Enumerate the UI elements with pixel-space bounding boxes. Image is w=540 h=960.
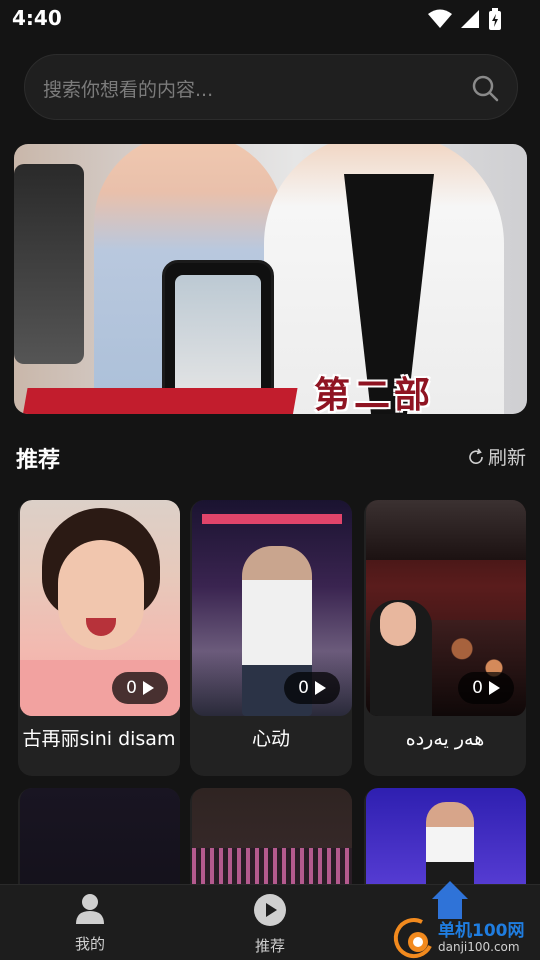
video-thumbnail: [192, 788, 352, 898]
video-card[interactable]: 0 古再丽sini disam: [18, 500, 180, 776]
watermark-sub: danji100.com: [438, 940, 520, 954]
banner-title: 第二部: [314, 374, 435, 414]
wifi-icon: [428, 9, 452, 28]
watermark-text: 单机100网: [438, 921, 525, 941]
refresh-icon: [469, 448, 483, 464]
banner-image-bag: [14, 164, 84, 364]
search-bar[interactable]: 搜索你想看的内容...: [24, 54, 518, 120]
signal-icon: [461, 10, 479, 28]
refresh-button[interactable]: 刷新: [467, 443, 526, 470]
video-title: 心动: [251, 728, 290, 750]
search-icon[interactable]: [471, 74, 499, 102]
video-thumbnail: [20, 788, 180, 898]
nav-item-recommend[interactable]: 推荐: [225, 893, 315, 956]
nav-item-mine[interactable]: 我的: [45, 893, 135, 954]
view-count: 0: [472, 678, 483, 698]
person-icon: [76, 894, 104, 924]
view-count-badge: 0: [284, 672, 340, 704]
video-title: 古再丽sini disam: [22, 728, 176, 750]
play-icon: [315, 681, 326, 695]
play-icon: [489, 681, 500, 695]
battery-icon: [489, 8, 501, 30]
search-input[interactable]: 搜索你想看的内容...: [43, 75, 213, 102]
video-title: ھەر يەردە: [405, 728, 485, 750]
view-count: 0: [126, 678, 137, 698]
video-card[interactable]: 0 ھەر يەردە: [364, 500, 526, 776]
view-count-badge: 0: [112, 672, 168, 704]
video-card[interactable]: 0 心动: [190, 500, 352, 776]
section-title: 推荐: [16, 448, 61, 473]
view-count: 0: [298, 678, 309, 698]
banner-title-decoration: [20, 388, 298, 414]
banner-carousel[interactable]: 第二部: [14, 144, 527, 414]
watermark-icon: [393, 918, 432, 959]
refresh-label: 刷新: [487, 447, 526, 469]
banner-phone-screen: [175, 275, 261, 405]
status-time: 4:40: [12, 6, 62, 30]
nav-label-mine: 我的: [74, 935, 105, 953]
play-icon: [143, 681, 154, 695]
video-card[interactable]: [18, 788, 180, 898]
view-count-badge: 0: [458, 672, 514, 704]
nav-label-recommend: 推荐: [254, 937, 285, 955]
play-icon: [254, 894, 286, 926]
status-bar: 4:40: [0, 0, 540, 38]
watermark-logo: 单机100网 danji100.com: [392, 914, 540, 960]
video-card[interactable]: [190, 788, 352, 898]
status-icons: [428, 8, 502, 30]
